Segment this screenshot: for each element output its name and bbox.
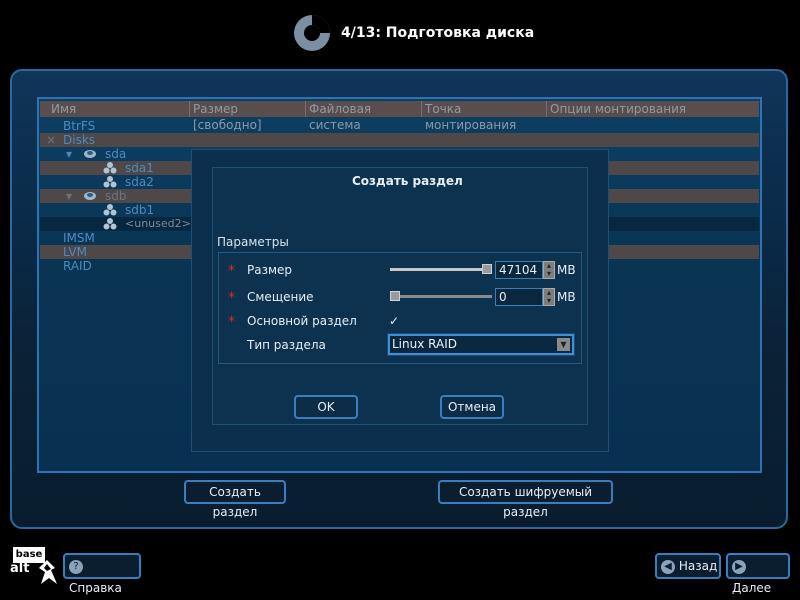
mascot-icon [39,560,57,584]
primary-partition-checkbox[interactable]: ✓ [389,315,401,327]
partition-icon [103,204,117,216]
tree-row-label: Disks [63,133,96,147]
params-label: Параметры [217,235,289,249]
partition-icon [103,218,117,230]
help-button[interactable]: ? Справка [63,553,141,595]
tree-row-label: sda2 [125,175,154,189]
back-label: Назад [678,559,718,573]
size-spinbox[interactable]: 47104 [495,261,543,279]
tree-row-label: sdb1 [125,203,155,217]
next-button[interactable]: ▶ Далее [726,553,790,595]
column-mount-options[interactable]: Опции монтирования [547,101,759,117]
required-mark: * [228,314,235,330]
offset-spinbox[interactable]: 0 [495,288,543,306]
arrow-right-icon: ▶ [732,559,746,574]
tree-row-label: <unused2> [125,217,191,230]
tree-row-label: sda [105,147,127,161]
partition-icon [103,162,117,174]
tree-row-label: sdb [105,189,127,203]
size-slider-handle[interactable] [482,264,492,274]
column-size[interactable]: Размер [свободно] [190,101,306,132]
size-label: Размер [247,263,293,277]
create-encrypted-partition-button[interactable]: Создать шифруемый раздел [438,480,613,519]
expand-icon[interactable]: ▾ [66,147,72,161]
back-button[interactable]: ◀ Назад [655,553,721,579]
basealt-logo: base alt [9,546,59,586]
size-spin-buttons[interactable]: ▴ ▾ [543,261,555,279]
tree-row-label: sda1 [125,161,154,175]
partition-type-value: Linux RAID [392,337,457,351]
column-filesystem[interactable]: Файловая система [306,101,422,132]
column-mountpoint[interactable]: Точка монтирования [422,101,547,132]
tree-row-label: RAID [63,259,92,273]
offset-spin-buttons[interactable]: ▴ ▾ [543,288,555,306]
offset-unit: MB [557,290,576,304]
next-label: Далее [732,581,772,595]
column-name[interactable]: Имя [48,101,190,117]
chevron-down-icon[interactable]: ▼ [557,338,570,351]
offset-label: Смещение [247,290,314,304]
offset-slider-handle[interactable] [390,291,400,301]
collapse-icon[interactable]: × [46,133,56,147]
partition-icon [103,176,117,188]
tree-row-label: BtrFS [63,119,96,133]
disk-group-icon [84,192,96,200]
arrow-left-icon: ◀ [661,559,675,574]
ok-button[interactable]: OK [294,395,358,419]
tree-header: Имя Размер [свободно] Файловая система Т… [40,101,759,132]
tree-row-label: IMSM [63,231,95,245]
partition-type-select[interactable]: Linux RAID ▼ [388,334,574,355]
offset-slider[interactable] [390,295,492,298]
primary-partition-label: Основной раздел [247,314,357,328]
partition-type-label: Тип раздела [247,338,326,352]
tree-row-label: LVM [63,245,87,259]
dialog-title: Создать раздел [352,174,463,188]
required-mark: * [228,263,235,279]
alt-linux-logo-icon [294,15,330,51]
size-unit: MB [557,263,576,277]
tree-row[interactable]: × Disks [40,133,759,147]
required-mark: * [228,290,235,306]
cancel-button[interactable]: Отмена [440,395,504,419]
expand-icon[interactable]: ▾ [66,189,72,203]
create-partition-button[interactable]: Создать раздел [184,480,286,519]
step-title: 4/13: Подготовка диска [341,25,535,41]
size-slider[interactable] [390,268,485,271]
disk-group-icon [84,150,96,158]
help-icon: ? [69,559,83,574]
help-label: Справка [69,581,122,595]
tree-row[interactable]: BtrFS [40,119,759,133]
